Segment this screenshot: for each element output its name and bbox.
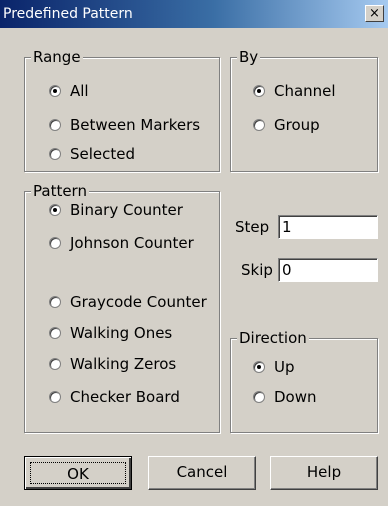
radio-icon: [49, 119, 61, 131]
radio-icon: [49, 237, 61, 249]
radio-label: Channel: [274, 82, 336, 100]
cancel-button-label: Cancel: [176, 463, 228, 481]
radio-label: Up: [274, 358, 295, 376]
radio-icon: [253, 85, 265, 97]
direction-down-radio[interactable]: Down: [253, 388, 317, 406]
radio-label: Graycode Counter: [70, 293, 207, 311]
ok-button-label: OK: [67, 465, 89, 483]
cancel-button[interactable]: Cancel: [148, 456, 256, 490]
step-input[interactable]: [278, 215, 378, 239]
radio-label: Down: [274, 388, 317, 406]
skip-label: Skip: [241, 261, 273, 279]
close-button[interactable]: ×: [365, 5, 384, 22]
direction-legend: Direction: [237, 328, 309, 348]
by-group-radio[interactable]: Group: [253, 116, 320, 134]
radio-label: Selected: [70, 145, 136, 163]
direction-group: Direction: [230, 328, 378, 433]
radio-label: Johnson Counter: [70, 234, 194, 252]
radio-icon: [49, 391, 61, 403]
skip-input[interactable]: [278, 258, 378, 282]
radio-icon: [49, 148, 61, 160]
radio-label: Walking Zeros: [70, 355, 177, 373]
pattern-walking-ones-radio[interactable]: Walking Ones: [49, 324, 172, 342]
radio-icon: [253, 119, 265, 131]
radio-label: All: [70, 82, 89, 100]
radio-icon: [49, 85, 61, 97]
range-between-markers-radio[interactable]: Between Markers: [49, 116, 200, 134]
radio-icon: [253, 361, 265, 373]
radio-label: Between Markers: [70, 116, 201, 134]
radio-label: Binary Counter: [70, 201, 183, 219]
ok-button[interactable]: OK: [24, 456, 132, 490]
by-legend: By: [237, 47, 261, 67]
pattern-johnson-counter-radio[interactable]: Johnson Counter: [49, 234, 194, 252]
pattern-binary-counter-radio[interactable]: Binary Counter: [49, 201, 183, 219]
range-selected-radio[interactable]: Selected: [49, 145, 135, 163]
focus-rect: OK: [30, 462, 126, 484]
pattern-graycode-counter-radio[interactable]: Graycode Counter: [49, 293, 207, 311]
pattern-legend: Pattern: [31, 181, 89, 201]
radio-label: Walking Ones: [70, 324, 173, 342]
title-bar: Predefined Pattern ×: [0, 0, 388, 28]
radio-label: Checker Board: [70, 388, 180, 406]
direction-up-radio[interactable]: Up: [253, 358, 295, 376]
range-all-radio[interactable]: All: [49, 82, 89, 100]
radio-icon: [253, 391, 265, 403]
step-label: Step: [235, 218, 270, 236]
radio-icon: [49, 296, 61, 308]
radio-label: Group: [274, 116, 320, 134]
radio-icon: [49, 327, 61, 339]
pattern-walking-zeros-radio[interactable]: Walking Zeros: [49, 355, 176, 373]
help-button[interactable]: Help: [270, 456, 378, 490]
pattern-checker-board-radio[interactable]: Checker Board: [49, 388, 180, 406]
radio-icon: [49, 358, 61, 370]
by-channel-radio[interactable]: Channel: [253, 82, 336, 100]
close-icon: ×: [369, 6, 380, 21]
radio-icon: [49, 204, 61, 216]
by-group: By: [230, 47, 378, 172]
window-title: Predefined Pattern: [3, 6, 133, 22]
help-button-label: Help: [306, 463, 342, 481]
range-legend: Range: [31, 47, 83, 67]
